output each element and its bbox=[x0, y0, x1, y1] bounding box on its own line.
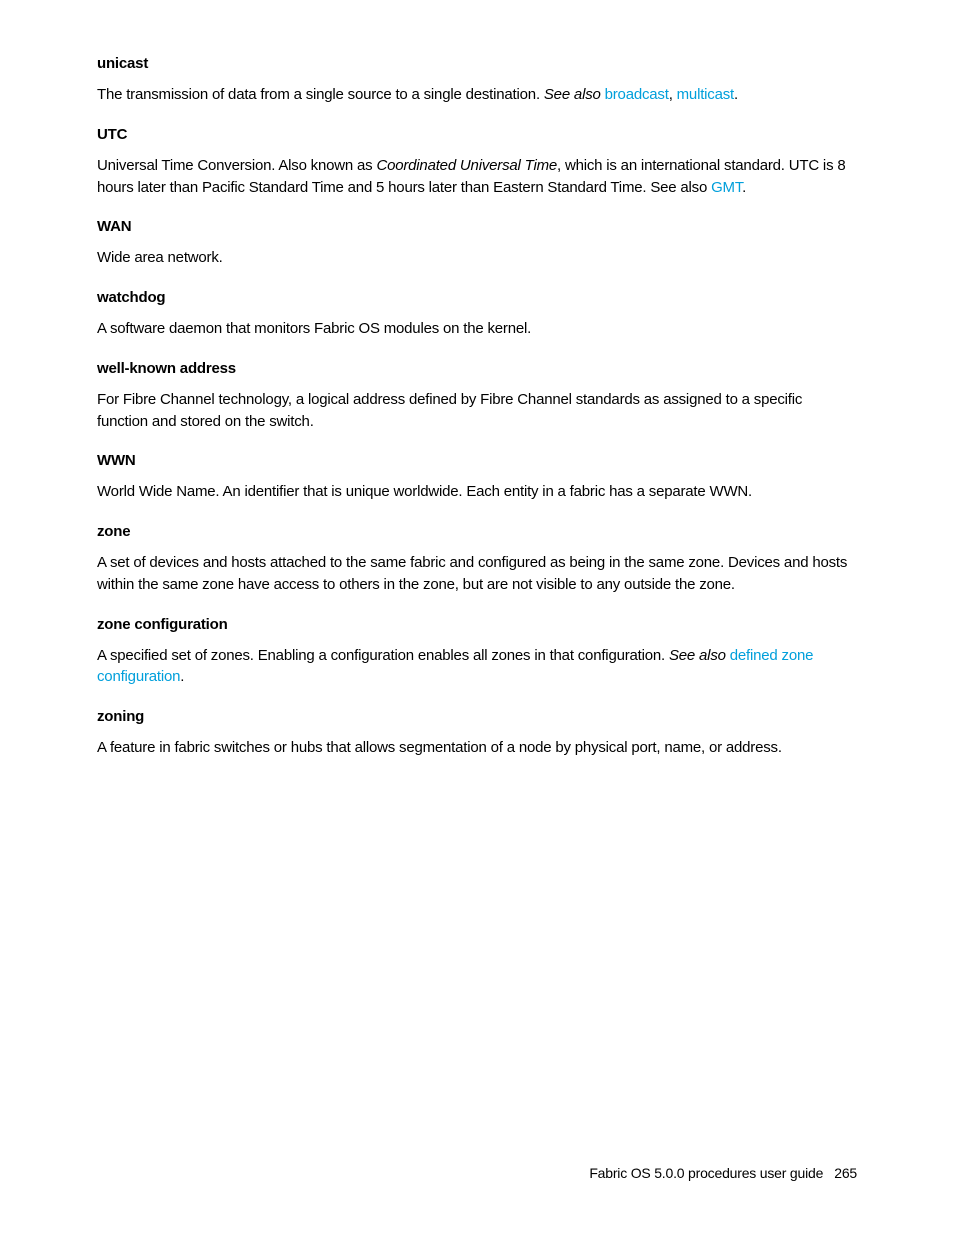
definition-text: Universal Time Conversion. Also known as… bbox=[97, 155, 857, 199]
term-wwn: WWN bbox=[97, 452, 857, 469]
italic-text: Coordinated Universal Time bbox=[376, 157, 557, 174]
page-number: 265 bbox=[834, 1165, 857, 1181]
link-multicast[interactable]: multicast bbox=[677, 86, 734, 103]
definition-text: A specified set of zones. Enabling a con… bbox=[97, 645, 857, 689]
definition-text: For Fibre Channel technology, a logical … bbox=[97, 389, 857, 433]
see-also-label: See also bbox=[544, 86, 601, 103]
glossary-entry: zone A set of devices and hosts attached… bbox=[97, 523, 857, 596]
glossary-entry: zone configuration A specified set of zo… bbox=[97, 616, 857, 689]
definition-text: World Wide Name. An identifier that is u… bbox=[97, 481, 857, 503]
footer-text: Fabric OS 5.0.0 procedures user guide bbox=[589, 1165, 823, 1181]
glossary-entry: WAN Wide area network. bbox=[97, 218, 857, 269]
term-unicast: unicast bbox=[97, 55, 857, 72]
sep: , bbox=[669, 86, 677, 103]
glossary-entry: WWN World Wide Name. An identifier that … bbox=[97, 452, 857, 503]
def-pre: A specified set of zones. Enabling a con… bbox=[97, 647, 669, 664]
term-watchdog: watchdog bbox=[97, 289, 857, 306]
definition-text: A set of devices and hosts attached to t… bbox=[97, 552, 857, 596]
term-utc: UTC bbox=[97, 126, 857, 143]
post: . bbox=[742, 179, 746, 196]
glossary-entry: well-known address For Fibre Channel tec… bbox=[97, 360, 857, 433]
def-pre: The transmission of data from a single s… bbox=[97, 86, 544, 103]
link-broadcast[interactable]: broadcast bbox=[605, 86, 669, 103]
definition-text: Wide area network. bbox=[97, 247, 857, 269]
link-gmt[interactable]: GMT bbox=[711, 179, 742, 196]
term-zoning: zoning bbox=[97, 708, 857, 725]
post: . bbox=[734, 86, 738, 103]
glossary-content: unicast The transmission of data from a … bbox=[0, 0, 954, 759]
post: . bbox=[180, 668, 184, 685]
definition-text: A feature in fabric switches or hubs tha… bbox=[97, 737, 857, 759]
glossary-entry: UTC Universal Time Conversion. Also know… bbox=[97, 126, 857, 199]
glossary-entry: unicast The transmission of data from a … bbox=[97, 55, 857, 106]
definition-text: The transmission of data from a single s… bbox=[97, 84, 857, 106]
term-wan: WAN bbox=[97, 218, 857, 235]
term-zone: zone bbox=[97, 523, 857, 540]
see-also-label: See also bbox=[669, 647, 726, 664]
glossary-entry: zoning A feature in fabric switches or h… bbox=[97, 708, 857, 759]
term-zone-configuration: zone configuration bbox=[97, 616, 857, 633]
definition-text: A software daemon that monitors Fabric O… bbox=[97, 318, 857, 340]
def-pre: Universal Time Conversion. Also known as bbox=[97, 157, 376, 174]
page-footer: Fabric OS 5.0.0 procedures user guide 26… bbox=[589, 1165, 857, 1181]
term-well-known-address: well-known address bbox=[97, 360, 857, 377]
glossary-entry: watchdog A software daemon that monitors… bbox=[97, 289, 857, 340]
